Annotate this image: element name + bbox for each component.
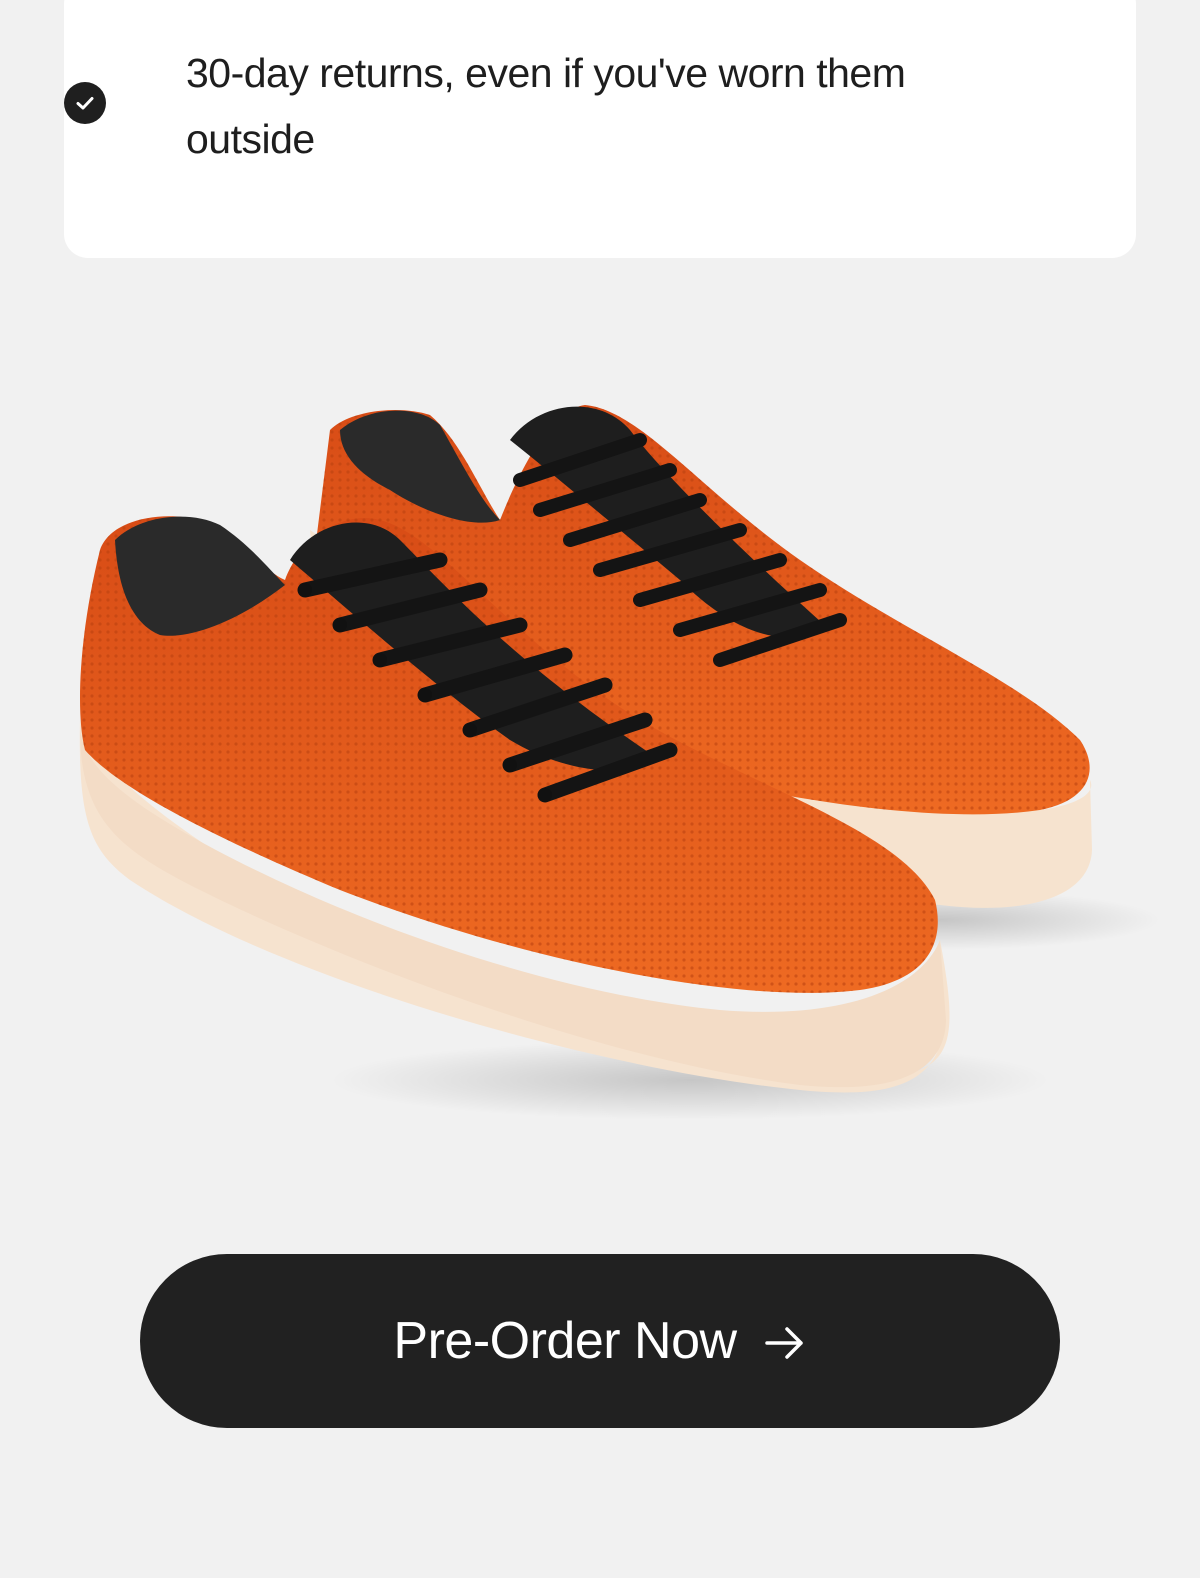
check-circle-icon <box>64 82 106 124</box>
pre-order-button[interactable]: Pre-Order Now <box>140 1254 1060 1428</box>
sneaker-pair-image <box>79 405 1160 1120</box>
benefit-text-returns: 30-day returns, even if you've worn them… <box>186 50 906 162</box>
arrow-right-icon <box>763 1323 807 1363</box>
pre-order-button-label: Pre-Order Now <box>393 1312 737 1370</box>
